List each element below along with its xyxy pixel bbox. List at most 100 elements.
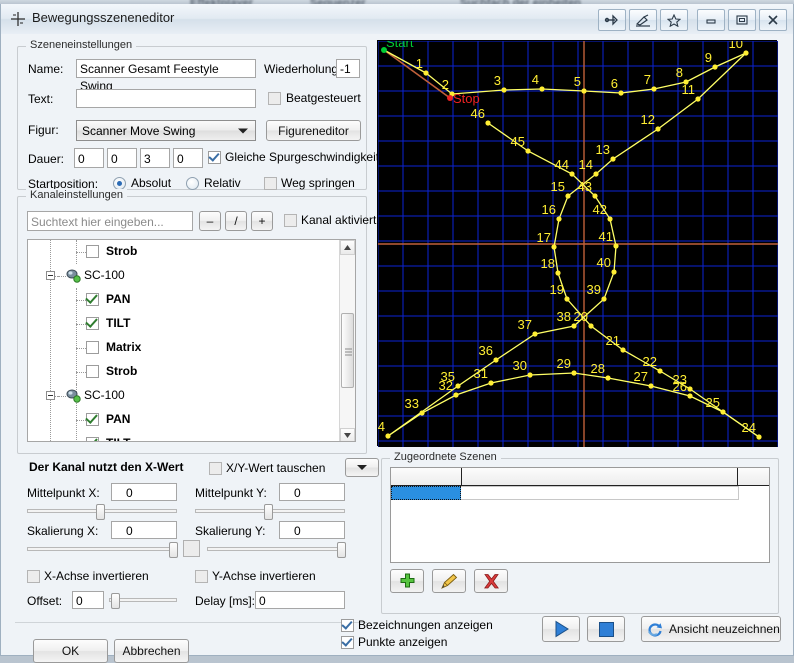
grid-selected-cell[interactable] — [391, 486, 461, 500]
scaling-y-slider[interactable] — [207, 542, 345, 556]
tree-checkbox-pan[interactable] — [86, 293, 99, 306]
svg-text:14: 14 — [579, 157, 593, 172]
tree-expander-icon[interactable] — [46, 391, 55, 400]
offset-slider[interactable] — [109, 593, 177, 607]
tree-connector — [76, 372, 86, 373]
figure-label: Figur: — [28, 123, 59, 137]
grid-header-divider-2[interactable] — [737, 468, 738, 485]
duration-minutes-input[interactable]: 0 — [107, 148, 137, 168]
delete-x-icon — [483, 573, 500, 590]
scroll-up-icon[interactable] — [340, 240, 355, 255]
play-button[interactable] — [542, 616, 580, 642]
svg-text:22: 22 — [643, 354, 657, 369]
pin-window-icon[interactable] — [598, 9, 626, 31]
jump-path-checkbox[interactable] — [264, 177, 277, 190]
svg-text:40: 40 — [597, 255, 611, 270]
channel-active-checkbox[interactable] — [284, 214, 297, 227]
figure-editor-button[interactable]: Figureneditor — [266, 120, 361, 141]
channel-plus-button[interactable]: + — [251, 211, 273, 231]
invert-y-checkbox[interactable] — [195, 570, 208, 583]
assigned-scenes-grid[interactable] — [390, 467, 770, 563]
tree-checkbox-pan[interactable] — [86, 413, 99, 426]
tree-label: SC-100 — [84, 268, 125, 282]
startposition-relative-radio[interactable] — [186, 177, 199, 190]
motion-path-canvas[interactable]: 1234567891011121314151617181920212223242… — [377, 40, 777, 446]
scrollbar-thumb[interactable] — [341, 313, 354, 388]
params-dropdown-button[interactable] — [345, 458, 379, 477]
offset-label: Offset: — [27, 594, 62, 608]
device-icon — [66, 389, 81, 402]
show-points-checkbox[interactable] — [341, 636, 354, 649]
slider-thumb[interactable] — [264, 504, 273, 520]
scroll-down-icon[interactable] — [340, 428, 355, 442]
tree-scrollbar[interactable] — [339, 240, 355, 442]
duration-seconds-input[interactable]: 3 — [140, 148, 170, 168]
favorite-star-icon[interactable] — [660, 9, 688, 31]
duration-ms-input[interactable]: 0 — [173, 148, 203, 168]
scene-text-input[interactable] — [76, 89, 256, 108]
close-icon[interactable] — [759, 9, 787, 31]
scaling-y-input[interactable]: 0 — [279, 521, 345, 539]
invert-x-checkbox[interactable] — [27, 570, 40, 583]
channel-slash-button[interactable]: / — [225, 211, 247, 231]
svg-text:38: 38 — [557, 309, 571, 324]
add-scene-button[interactable] — [390, 569, 424, 593]
link-scaling-checkbox[interactable] — [183, 540, 200, 557]
tree-label: TILT — [106, 316, 130, 330]
figure-combobox[interactable]: Scanner Move Swing — [76, 120, 256, 141]
tree-checkbox-strob[interactable] — [86, 365, 99, 378]
scaling-x-input[interactable]: 0 — [111, 521, 177, 539]
midpoint-x-label: Mittelpunkt X: — [27, 486, 100, 500]
tree-connector — [58, 396, 66, 397]
swap-xy-checkbox[interactable] — [209, 462, 222, 475]
grid-header-row[interactable] — [391, 468, 769, 486]
slider-thumb[interactable] — [169, 542, 178, 558]
tree-checkbox-strob[interactable] — [86, 245, 99, 258]
midpoint-x-slider[interactable] — [27, 504, 177, 518]
tree-expander-icon[interactable] — [46, 271, 55, 280]
slider-thumb[interactable] — [111, 593, 120, 609]
midpoint-y-input[interactable]: 0 — [279, 483, 345, 501]
slider-thumb[interactable] — [96, 504, 105, 520]
repeat-input[interactable]: -1 — [336, 59, 360, 78]
maximize-icon[interactable] — [728, 9, 756, 31]
midpoint-y-slider[interactable] — [195, 504, 345, 518]
slider-thumb[interactable] — [337, 542, 346, 558]
delete-scene-button[interactable] — [474, 569, 508, 593]
svg-text:20: 20 — [574, 309, 588, 324]
stop-button[interactable] — [587, 616, 625, 642]
midpoint-y-label: Mittelpunkt Y: — [195, 486, 267, 500]
channel-minus-button[interactable]: – — [199, 211, 221, 231]
svg-text:13: 13 — [596, 142, 610, 157]
title-bar[interactable]: Bewegungsszeneneditor — [1, 4, 793, 35]
svg-text:46: 46 — [471, 106, 485, 121]
grid-row-remainder[interactable] — [461, 486, 739, 500]
cancel-button[interactable]: Abbrechen — [114, 639, 189, 663]
tree-checkbox-tilt[interactable] — [86, 317, 99, 330]
midpoint-x-input[interactable]: 0 — [111, 483, 177, 501]
scene-name-input[interactable]: Scanner Gesamt Feestyle Swing — [76, 59, 256, 78]
scaling-x-slider[interactable] — [27, 542, 177, 556]
svg-text:30: 30 — [513, 358, 527, 373]
delay-input[interactable]: 0 — [255, 591, 345, 609]
redraw-view-button[interactable]: Ansicht neuzeichnen — [641, 616, 781, 642]
swap-xy-label: X/Y-Wert tauschen — [226, 461, 325, 475]
duration-hours-input[interactable]: 0 — [74, 148, 104, 168]
startposition-relative-label: Relativ — [204, 176, 241, 190]
tree-checkbox-tilt[interactable] — [86, 437, 99, 442]
minimize-icon[interactable] — [697, 9, 725, 31]
tree-connector — [76, 348, 86, 349]
grid-header-divider-1[interactable] — [461, 468, 462, 485]
tool-icon[interactable] — [629, 9, 657, 31]
tree-connector — [58, 276, 66, 277]
beat-checkbox[interactable] — [268, 92, 281, 105]
channel-search-input[interactable]: Suchtext hier eingeben... — [27, 211, 193, 231]
channel-tree[interactable]: Strob SC-100 — [27, 239, 356, 442]
edit-scene-button[interactable] — [432, 569, 466, 593]
tree-checkbox-matrix[interactable] — [86, 341, 99, 354]
svg-text:8: 8 — [676, 65, 683, 80]
same-speed-checkbox[interactable] — [208, 151, 221, 164]
show-labels-checkbox[interactable] — [341, 619, 354, 632]
offset-input[interactable]: 0 — [72, 591, 104, 609]
ok-button[interactable]: OK — [33, 639, 108, 663]
